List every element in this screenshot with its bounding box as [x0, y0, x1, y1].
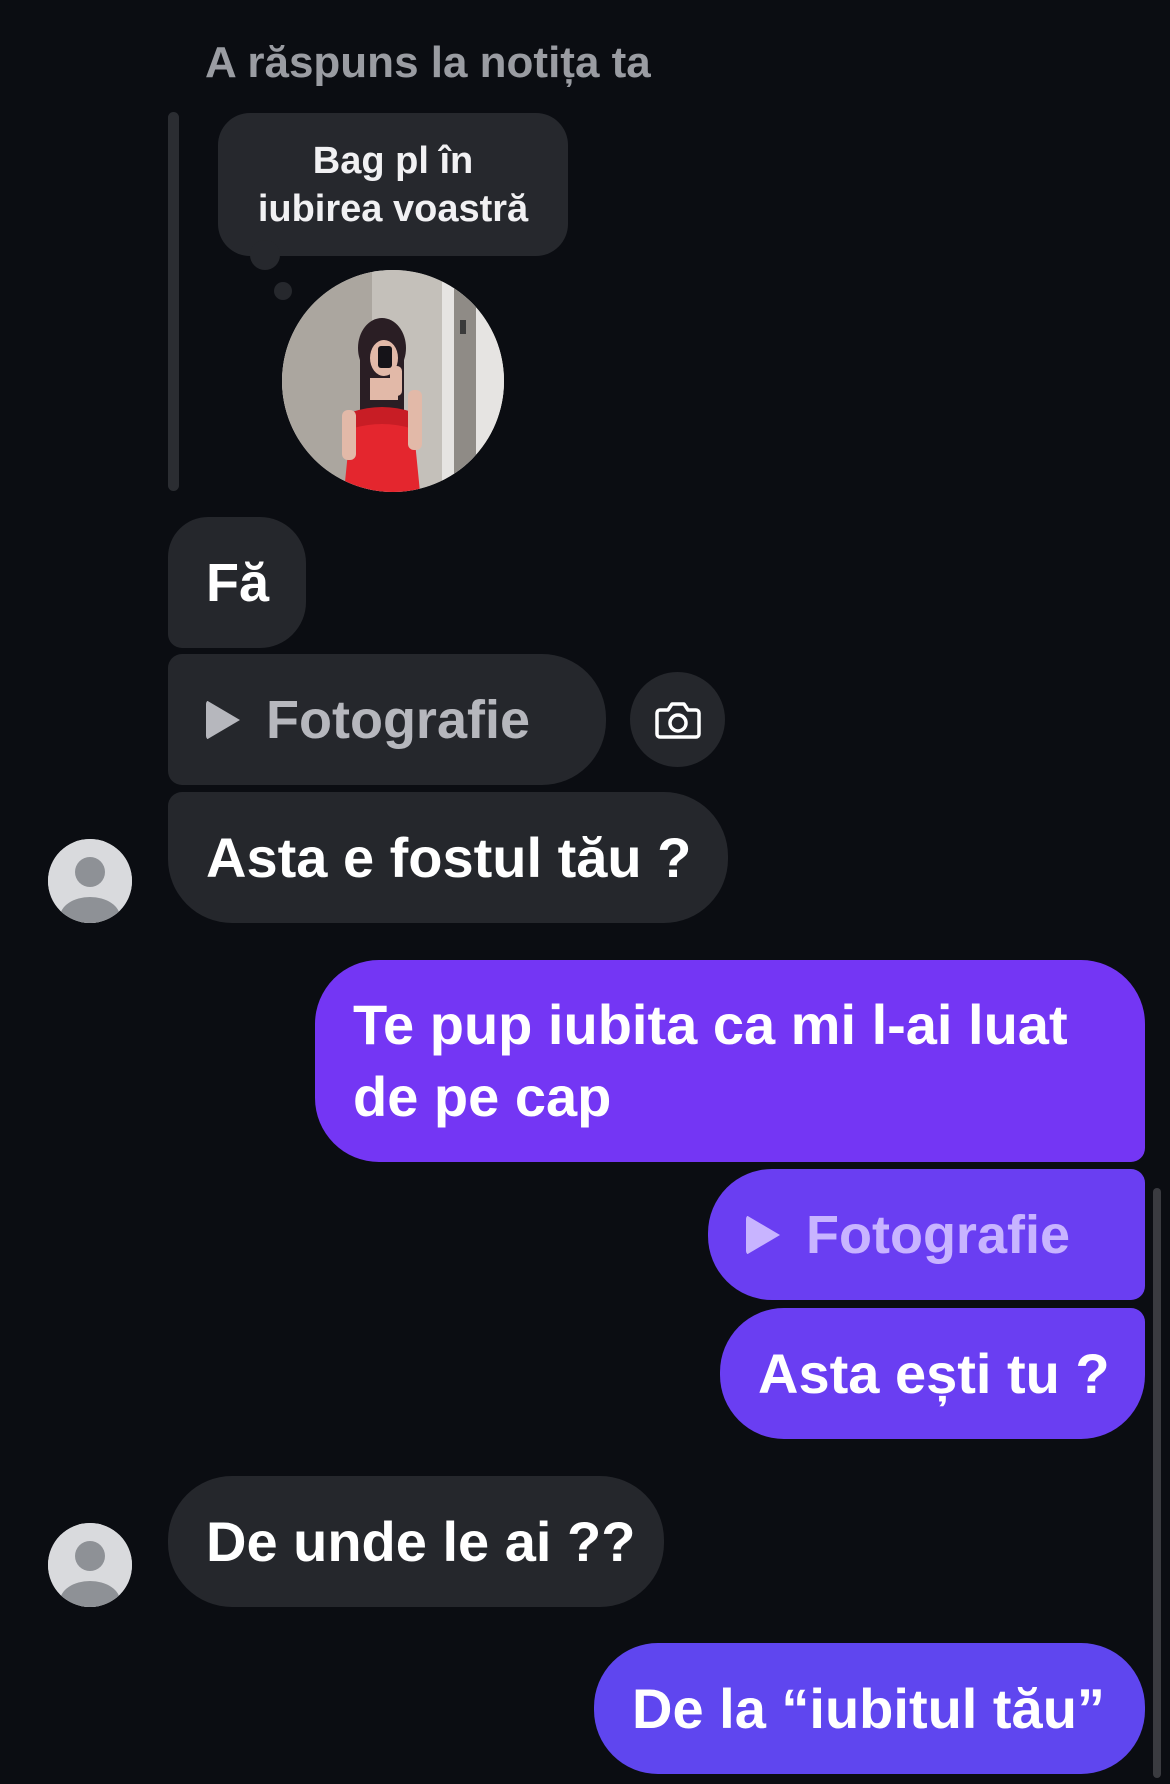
outgoing-message-bubble[interactable]: Asta ești tu ? — [720, 1308, 1145, 1439]
message-text: Asta e fostul tău ? — [206, 826, 692, 889]
user-avatar-icon — [48, 839, 132, 923]
reply-note-header: A răspuns la notița ta — [205, 38, 651, 87]
outgoing-message-bubble[interactable]: Te pup iubita ca mi l-ai luat de pe cap — [315, 960, 1145, 1162]
note-text-line-1: Bag pl în — [312, 139, 474, 182]
incoming-photo-message[interactable]: Fotografie — [168, 654, 606, 785]
note-bubble-tail — [250, 240, 280, 270]
note-author-photo[interactable] — [282, 270, 504, 492]
incoming-message-bubble[interactable]: Fă — [168, 517, 306, 648]
sender-avatar[interactable] — [48, 839, 132, 923]
incoming-message-bubble[interactable]: De unde le ai ?? — [168, 1476, 664, 1607]
note-text-line-2: iubirea voastră — [257, 187, 529, 230]
play-icon — [746, 1214, 780, 1255]
message-text: Te pup iubita ca mi l-ai luat de pe cap — [353, 993, 1068, 1128]
play-icon — [206, 699, 240, 740]
incoming-message-bubble[interactable]: Asta e fostul tău ? — [168, 792, 728, 923]
message-text: Asta ești tu ? — [758, 1342, 1110, 1405]
note-bubble-dot — [274, 282, 292, 300]
camera-button[interactable] — [630, 672, 725, 767]
photo-label: Fotografie — [806, 1204, 1070, 1265]
message-text: De unde le ai ?? — [206, 1510, 636, 1573]
sender-avatar[interactable] — [48, 1523, 132, 1607]
scrollbar[interactable] — [1153, 1188, 1161, 1778]
message-text: Fă — [206, 552, 270, 613]
outgoing-message-bubble[interactable]: De la “iubitul tău” — [594, 1643, 1145, 1774]
user-avatar-icon — [48, 1523, 132, 1607]
note-photo-image — [282, 270, 504, 492]
reply-quote-bar — [168, 112, 179, 491]
photo-label: Fotografie — [266, 689, 530, 750]
outgoing-photo-message[interactable]: Fotografie — [708, 1169, 1145, 1300]
message-text: De la “iubitul tău” — [632, 1677, 1105, 1740]
camera-icon — [654, 701, 701, 739]
note-bubble[interactable]: Bag pl în iubirea voastră — [218, 113, 568, 256]
